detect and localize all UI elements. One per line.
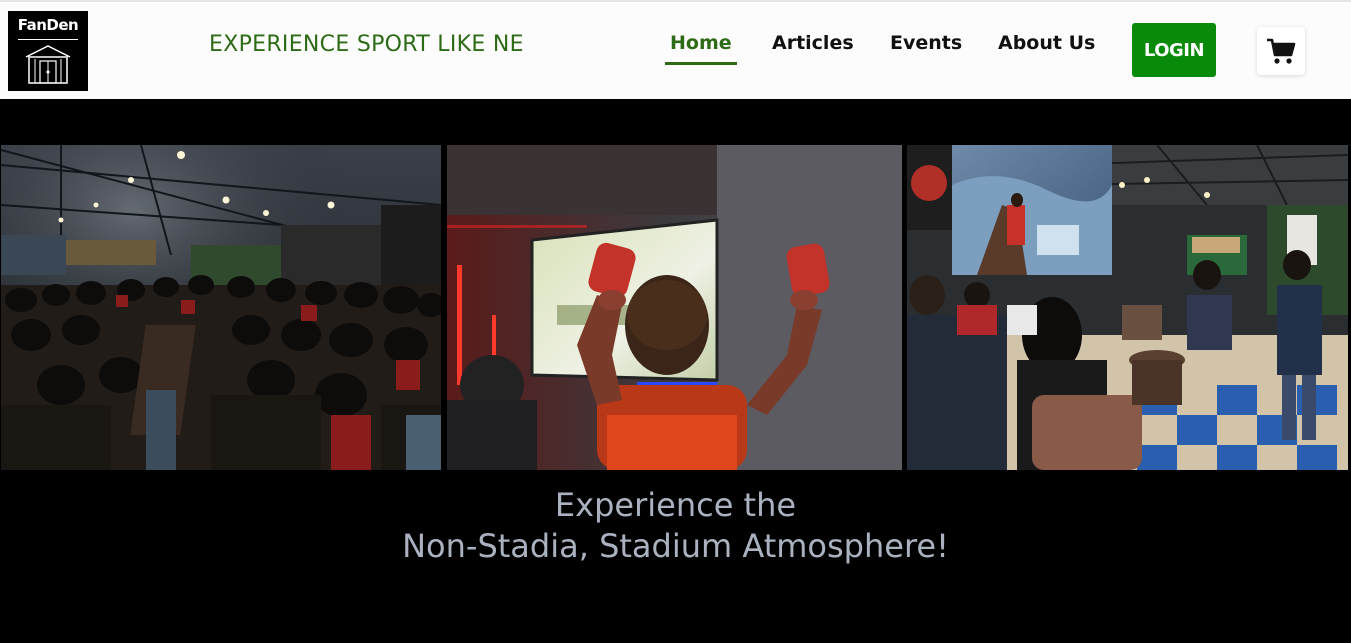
hero-heading-line2: Non-Stadia, Stadium Atmosphere! — [402, 527, 949, 565]
hero-heading: Experience the Non-Stadia, Stadium Atmos… — [0, 485, 1351, 567]
hero-section: Experience the Non-Stadia, Stadium Atmos… — [0, 99, 1351, 643]
hero-photo-crowd-hall — [1, 145, 441, 470]
cart-button[interactable] — [1257, 27, 1305, 75]
logo-text: FanDen — [17, 16, 79, 34]
nav-events[interactable]: Events — [890, 32, 962, 54]
stadium-gate-icon — [25, 45, 71, 84]
site-tagline: EXPERIENCE SPORT LIKE NE — [209, 32, 524, 57]
hero-heading-line1: Experience the — [554, 486, 797, 524]
site-header: FanDen EXPERIENCE SPORT LIKE NE Home Art… — [0, 0, 1351, 99]
hero-photo-cheering-fan — [447, 145, 902, 470]
hero-photo-lounge-mural — [907, 145, 1348, 470]
logo-divider — [18, 39, 78, 40]
login-button[interactable]: LOGIN — [1132, 23, 1216, 77]
nav-home[interactable]: Home — [670, 32, 732, 54]
fanden-logo[interactable]: FanDen — [8, 11, 88, 91]
nav-articles[interactable]: Articles — [772, 32, 854, 54]
nav-about-us[interactable]: About Us — [998, 32, 1095, 54]
cart-icon — [1267, 38, 1296, 64]
nav-active-underline — [665, 62, 737, 65]
